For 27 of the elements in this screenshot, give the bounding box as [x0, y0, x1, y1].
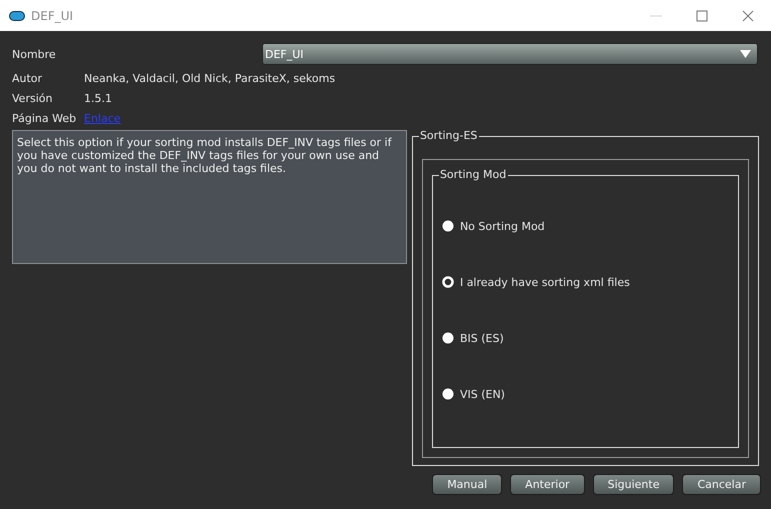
maximize-icon[interactable] — [696, 10, 708, 22]
radio-button[interactable] — [442, 220, 454, 232]
field-value: 1.5.1 — [84, 92, 112, 105]
dialog-button[interactable]: Manual — [432, 474, 502, 495]
group-title: Sorting Mod — [438, 168, 508, 181]
close-icon[interactable] — [742, 10, 754, 22]
radio-button[interactable] — [442, 388, 454, 400]
window-title: DEF_UI — [31, 8, 74, 22]
description-text: Select this option if your sorting mod installs DEF_INV tags files or if you have customized the DEF_INV tags files for your own use and you do not want to install the included tags files. — [12, 130, 407, 264]
option-label: No Sorting Mod — [460, 220, 545, 232]
name-dropdown[interactable]: DEF_UI — [262, 43, 758, 65]
radio-button[interactable] — [442, 276, 454, 288]
app-icon — [9, 10, 25, 20]
dialog-button[interactable]: Cancelar — [682, 474, 761, 495]
dialog-button[interactable]: Anterior — [510, 474, 585, 495]
field-label: Página Web — [12, 112, 78, 125]
radio-button[interactable] — [442, 332, 454, 344]
group-title: Sorting-ES — [418, 129, 480, 142]
dialog-button[interactable]: Siguiente — [592, 474, 674, 495]
option-label: BIS (ES) — [460, 332, 504, 344]
option-label: VIS (EN) — [460, 388, 505, 400]
field-label: Versión — [12, 92, 54, 105]
option-label: I already have sorting xml files — [460, 276, 630, 288]
caret-icon — [740, 50, 751, 58]
field-label: Autor — [12, 72, 44, 85]
field-value: Neanka, Valdacil, Old Nick, ParasiteX, sekoms — [84, 72, 336, 85]
field-label: Nombre — [12, 48, 57, 60]
